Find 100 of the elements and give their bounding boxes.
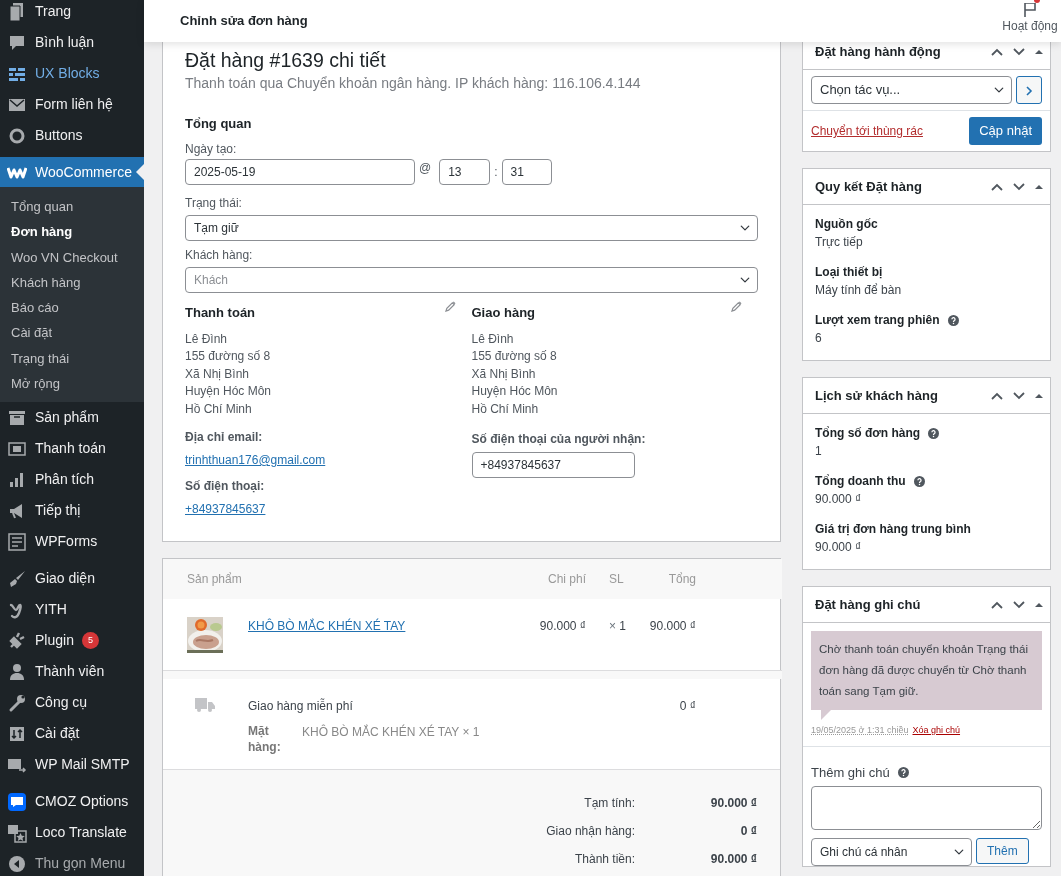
field-label: Giá trị đơn hàng trung bình [815, 521, 971, 538]
quantity-text: × 1 [609, 618, 627, 633]
sidebar-item[interactable]: WPForms [0, 526, 144, 558]
field-label: Tổng doanh thu [815, 473, 906, 490]
sidebar-item[interactable]: WP Mail SMTP [0, 749, 144, 781]
wrench-icon [7, 692, 27, 713]
field-label: Lượt xem trang phiên [815, 312, 940, 329]
table-cell: 90.000 ₫ [507, 598, 587, 671]
field-label: Loại thiết bị [815, 264, 883, 281]
trash-link[interactable]: Chuyển tới thùng rác [811, 122, 923, 140]
update-button[interactable]: Cập nhật [969, 117, 1042, 145]
panel-title: Quy kết Đặt hàng [815, 178, 922, 195]
field-label: Nguồn gốc [815, 216, 878, 233]
order-title: Đặt hàng #1639 chi tiết [185, 48, 387, 73]
section-heading: Tổng quan [185, 116, 253, 132]
total-value: 0 ₫ [739, 822, 757, 840]
product-link[interactable]: KHÔ BÒ MẮC KHÉN XÉ TAY [248, 618, 406, 633]
hour-field[interactable]: 13 [439, 158, 491, 185]
section-heading: Giao hàng [471, 304, 536, 321]
note-textarea[interactable] [811, 786, 1042, 830]
sidebar-item[interactable]: Form liên hệ [0, 89, 144, 120]
truck-icon [195, 697, 215, 714]
total-label: Thành tiền: [573, 850, 635, 868]
count-badge: 5 [81, 632, 99, 650]
sidebar-item[interactable]: WooCommerce [0, 157, 144, 187]
submenu-item[interactable]: Báo cáo [0, 295, 144, 321]
table-cell: 0 ₫ [637, 678, 697, 769]
submenu-item[interactable]: Trạng thái [0, 345, 144, 372]
field-value: 6 [815, 330, 823, 347]
order-subtitle: Thanh toán qua Chuyển khoản ngân hàng. IP khách hàng: 116.106.4.144 [185, 74, 642, 94]
time-separator: : [494, 163, 498, 181]
form-icon [7, 531, 27, 552]
table-cell: 90.000 ₫ [637, 598, 697, 671]
sidebar-item[interactable]: Giao diện [0, 563, 144, 595]
submenu-item[interactable]: Woo VN Checkout [0, 244, 144, 270]
sidebar-item[interactable]: UX Blocks [0, 58, 144, 89]
page-title: Chỉnh sửa đơn hàng [180, 13, 308, 29]
sidebar-item[interactable]: Buttons [0, 120, 144, 151]
field-label: Tổng số đơn hàng [815, 425, 921, 442]
sidebar-item[interactable]: Sản phẩm [0, 402, 144, 434]
minute-field[interactable]: 31 [501, 158, 552, 185]
collapse-menu-button[interactable]: Thu gọn Menu [0, 848, 144, 876]
note-date: 19/05/2025 ở 1:31 chiều [811, 724, 909, 737]
sidebar-item[interactable]: Trang [0, 0, 144, 27]
field-label: Địa chỉ email: [185, 429, 264, 447]
shipping-method: Giao hàng miễn phí [248, 697, 354, 715]
action-select[interactable]: Chọn tác vụ... [811, 76, 1012, 104]
field-label: Trạng thái: [185, 194, 243, 212]
address-text: Lê Đình 155 đường số 8 Xã Nhị Bình Huyện Hóc Môn Hồ Chí Minh [185, 330, 273, 418]
sidebar-item[interactable]: YITH [0, 594, 144, 626]
sidebar-item[interactable]: Thành viên [0, 656, 144, 688]
total-label: Giao nhận hàng: [546, 822, 635, 840]
field-label: Số điện thoại: [185, 478, 266, 496]
pencil-icon[interactable] [731, 300, 742, 312]
panel-title: Đặt hàng ghi chú [815, 596, 921, 613]
activity-button[interactable]: Hoạt động [1001, 0, 1061, 42]
panel-title: Đặt hàng hành động [815, 43, 941, 60]
sidebar-item[interactable]: Bình luận [0, 27, 144, 58]
sidebar-item[interactable]: Thanh toán [0, 433, 144, 465]
field-label: Số điện thoại của người nhận: [471, 431, 647, 449]
translate-icon [7, 822, 27, 843]
email-link[interactable]: trinhthuan176@gmail.com [185, 451, 326, 470]
pencil-icon[interactable] [444, 300, 456, 312]
field-value: Máy tính để bàn [815, 282, 903, 299]
go-button[interactable] [1016, 76, 1042, 104]
status-select[interactable]: Tạm giữ [185, 214, 758, 241]
sidebar-item[interactable]: Plugin 5 [0, 625, 144, 657]
submenu-item[interactable]: Khách hàng [0, 269, 144, 296]
sidebar-item[interactable]: Phân tích [0, 464, 144, 496]
field-label: Ngày tạo: [185, 140, 238, 158]
help-icon [897, 766, 909, 778]
brush-icon [7, 568, 27, 589]
total-value: 90.000 ₫ [709, 794, 757, 812]
sidebar-item[interactable]: Cài đặt [0, 718, 144, 750]
chat-icon [7, 791, 27, 812]
sidebar-item[interactable]: CMOZ Options [0, 786, 144, 818]
submenu-item[interactable]: Cài đặt [0, 320, 144, 346]
submenu-item[interactable]: Tổng quan [0, 194, 144, 220]
phone-field[interactable]: +84937845637 [471, 452, 635, 479]
submenu-item[interactable]: Đơn hàng [0, 219, 144, 245]
field-value: 90.000 ₫ [815, 539, 863, 556]
meta-label: Mặt hàng: [248, 722, 282, 755]
meta-value: KHÔ BÒ MẮC KHÉN XÉ TAY × 1 [302, 723, 480, 741]
column-header: Chi phí [507, 558, 587, 599]
sidebar-item[interactable]: Loco Translate [0, 817, 144, 849]
phone-link[interactable]: +84937845637 [185, 502, 266, 517]
submenu-item[interactable]: Mở rộng [0, 371, 144, 397]
field-value: 90.000 ₫ [815, 491, 863, 508]
field-value: Trực tiếp [815, 234, 864, 251]
user-icon [7, 661, 27, 682]
sidebar-item[interactable]: Tiếp thị [0, 495, 144, 527]
delete-note-link[interactable]: Xóa ghi chú [912, 724, 961, 738]
address-text: Lê Đình 155 đường số 8 Xã Nhị Bình Huyện Hóc Môn Hồ Chí Minh [471, 330, 559, 418]
flag-icon [1021, 3, 1039, 17]
date-field[interactable]: 2025-05-19 [185, 158, 415, 185]
sidebar-item[interactable]: Công cụ [0, 687, 144, 719]
plug-icon [7, 630, 27, 651]
note-type-select[interactable]: Ghi chú cá nhân [811, 838, 972, 866]
field-label: Khách hàng: [185, 246, 254, 264]
add-note-button[interactable]: Thêm [976, 838, 1029, 864]
